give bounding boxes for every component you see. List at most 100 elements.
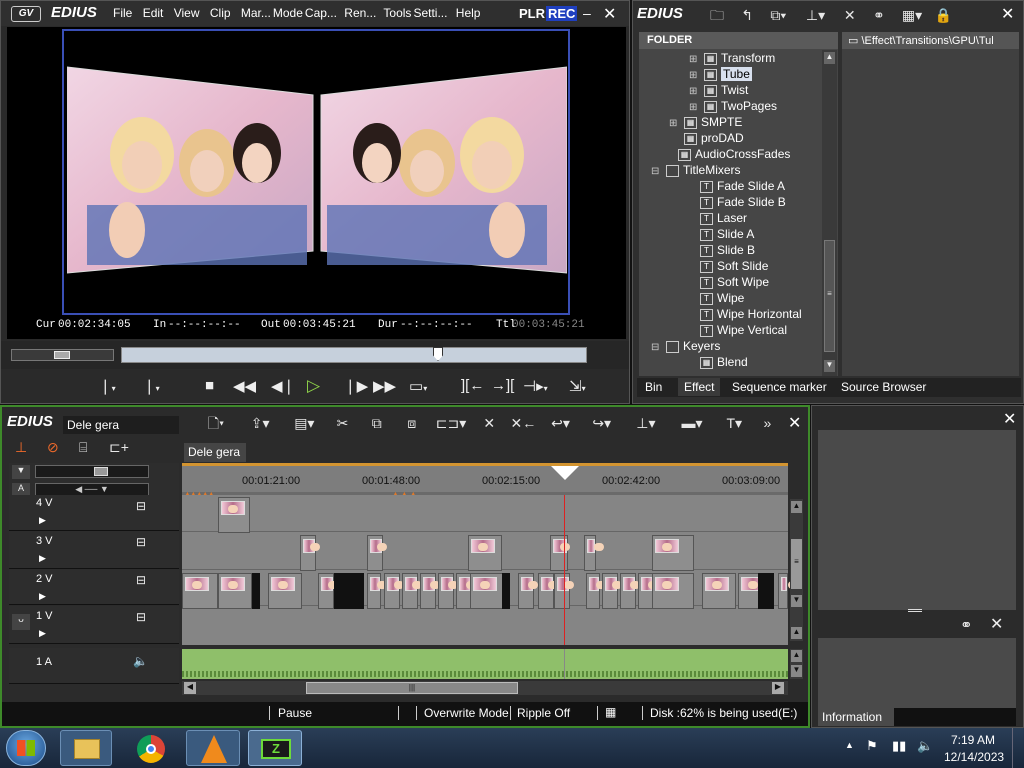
menu-tools[interactable]: Tools: [383, 6, 411, 20]
track-header-4v[interactable]: 4 V ▶ ⊟: [9, 495, 179, 531]
stop-icon[interactable]: ■: [205, 377, 214, 394]
audio-track-area[interactable]: [182, 649, 788, 679]
timeline-clip[interactable]: [402, 573, 422, 609]
new-sequence-icon[interactable]: 🗋▾: [197, 413, 235, 437]
info-delete-icon[interactable]: ✕: [990, 614, 1003, 634]
insert-to-timeline-icon[interactable]: ][←: [461, 377, 484, 394]
tab-source-browser[interactable]: Source Browser: [835, 378, 933, 396]
timeline-clip[interactable]: [518, 573, 538, 609]
timeline-clip[interactable]: [586, 573, 606, 609]
playhead-marker-icon[interactable]: [433, 347, 443, 361]
undo-icon[interactable]: ↩▾: [543, 415, 579, 432]
shuttle-slider[interactable]: [11, 349, 114, 361]
timeline-clip[interactable]: [367, 573, 387, 609]
step-back-icon[interactable]: ◀❘: [271, 377, 295, 395]
audio-track-scrollbar[interactable]: ▲ ▼: [790, 649, 803, 679]
tree-item[interactable]: T Wipe Vertical: [685, 322, 787, 338]
menu-file[interactable]: File: [113, 6, 132, 20]
zoom-handle[interactable]: [94, 467, 108, 476]
head-lock-icon[interactable]: ▼: [12, 465, 30, 479]
set-out-icon[interactable]: ❘▾: [143, 377, 160, 395]
overwrite-to-timeline-icon[interactable]: →][: [491, 377, 514, 394]
timeline-clip[interactable]: [300, 535, 320, 571]
mixer-icon[interactable]: ⊥: [15, 439, 27, 456]
timeline-ruler[interactable]: 00:01:21:00 00:01:48:00 00:02:15:00 00:0…: [182, 463, 788, 499]
delete-clip-icon[interactable]: ✕: [474, 415, 504, 432]
fast-forward-icon[interactable]: ▶▶: [373, 377, 396, 395]
track-expand-icon[interactable]: ▶: [39, 628, 46, 639]
tree-item[interactable]: ⊟ Keyers: [651, 338, 720, 354]
plr-toggle[interactable]: PLR: [519, 6, 545, 21]
track-header-1a[interactable]: 1 A 🔈: [9, 648, 179, 684]
sync-icon[interactable]: ⌸: [79, 439, 87, 456]
shuttle-handle[interactable]: [54, 351, 70, 359]
timeline-clip[interactable]: [318, 573, 338, 609]
tree-item[interactable]: T Laser: [685, 210, 747, 226]
add-cut-icon[interactable]: ⊥▾: [625, 415, 667, 432]
step-forward-icon[interactable]: ❘▶: [344, 377, 368, 395]
show-hidden-icons[interactable]: ▲: [845, 740, 854, 750]
ripple-delete-icon[interactable]: ✕←: [508, 415, 538, 432]
action-center-icon[interactable]: ⚑: [866, 738, 878, 754]
timeline-clip[interactable]: [438, 573, 458, 609]
scroll-left-icon[interactable]: ◀: [184, 682, 196, 694]
vlc-taskbar-button[interactable]: [186, 730, 240, 766]
mute-icon[interactable]: ⊘: [47, 439, 59, 456]
apply-icon[interactable]: ⊥▾: [798, 7, 834, 24]
more-icon[interactable]: »: [755, 415, 779, 431]
copy-clip-icon[interactable]: ⧉: [362, 415, 392, 432]
collapse-icon[interactable]: ⊟: [651, 164, 660, 180]
track-area[interactable]: [182, 495, 798, 645]
info-properties-icon[interactable]: ⚭: [960, 616, 973, 634]
status-ripple[interactable]: Ripple Off: [517, 706, 570, 720]
tree-item[interactable]: T Slide A: [685, 226, 754, 242]
paste-icon[interactable]: ⧈: [396, 415, 428, 432]
track-header-1v[interactable]: ᴗ 1 V ▶ ⊟: [9, 606, 179, 644]
tab-information[interactable]: Information: [818, 708, 894, 726]
menu-help[interactable]: Help: [456, 6, 481, 20]
scroll-down-icon[interactable]: ▼: [791, 665, 802, 677]
scroll-down-icon[interactable]: ▼: [791, 595, 802, 607]
tree-item[interactable]: T Fade Slide A: [685, 178, 785, 194]
pane-splitter[interactable]: [908, 609, 922, 612]
export-icon[interactable]: ⇲▾: [569, 377, 586, 395]
set-in-icon[interactable]: ❘▾: [99, 377, 116, 395]
scroll-up-icon[interactable]: ▲: [791, 501, 802, 513]
title-icon[interactable]: T▾: [717, 415, 751, 432]
close-icon[interactable]: ✕: [603, 4, 616, 24]
sequence-tab[interactable]: Dele gera: [184, 443, 246, 462]
zoom-slider[interactable]: [35, 465, 149, 478]
scroll-up-icon[interactable]: ▲: [791, 650, 802, 662]
up-folder-icon[interactable]: ↰: [735, 7, 759, 24]
timeline-clip[interactable]: [420, 573, 440, 609]
match-frame-icon[interactable]: ⊣▸▾: [523, 377, 548, 395]
tree-item[interactable]: ▦ proDAD: [669, 130, 744, 146]
timeline-clip[interactable]: [652, 573, 694, 609]
timeline-clip[interactable]: [182, 573, 218, 609]
redo-icon[interactable]: ↪▾: [583, 415, 621, 432]
timeline-clip[interactable]: [538, 573, 558, 609]
timeline-clip[interactable]: [367, 535, 387, 571]
tree-scrollbar[interactable]: ▲ ≡ ▼: [822, 50, 837, 376]
tab-sequence-marker[interactable]: Sequence marker: [726, 378, 833, 396]
scroll-up-icon[interactable]: ▲: [824, 52, 835, 64]
tree-item[interactable]: T Wipe: [685, 290, 744, 306]
h-scroll-thumb[interactable]: |||: [306, 682, 518, 694]
menu-settings[interactable]: Setti...: [413, 6, 447, 20]
folder-icon[interactable]: 🗀: [703, 5, 731, 29]
explorer-taskbar-button[interactable]: [60, 730, 112, 766]
effect-close-icon[interactable]: ✕: [1001, 4, 1014, 24]
timeline-clip[interactable]: [652, 535, 694, 571]
timeline-clip[interactable]: [218, 497, 250, 533]
tree-item[interactable]: T Slide B: [685, 242, 755, 258]
timeline-clip[interactable]: [602, 573, 622, 609]
tree-item[interactable]: ⊞ ▦ Tube: [689, 66, 752, 82]
tree-item[interactable]: T Wipe Horizontal: [685, 306, 802, 322]
clock-date[interactable]: 12/14/2023: [944, 750, 1004, 764]
cut-icon[interactable]: ✂: [328, 415, 358, 432]
track-header-2v[interactable]: 2 V ▶ ⊟: [9, 569, 179, 605]
menu-marker[interactable]: Mar...: [241, 6, 271, 20]
tree-item[interactable]: ▦ AudioCrossFades: [663, 146, 790, 162]
tree-item[interactable]: ⊞ ▦ Transform: [689, 50, 775, 66]
snap-icon[interactable]: ⊏+: [109, 439, 129, 456]
